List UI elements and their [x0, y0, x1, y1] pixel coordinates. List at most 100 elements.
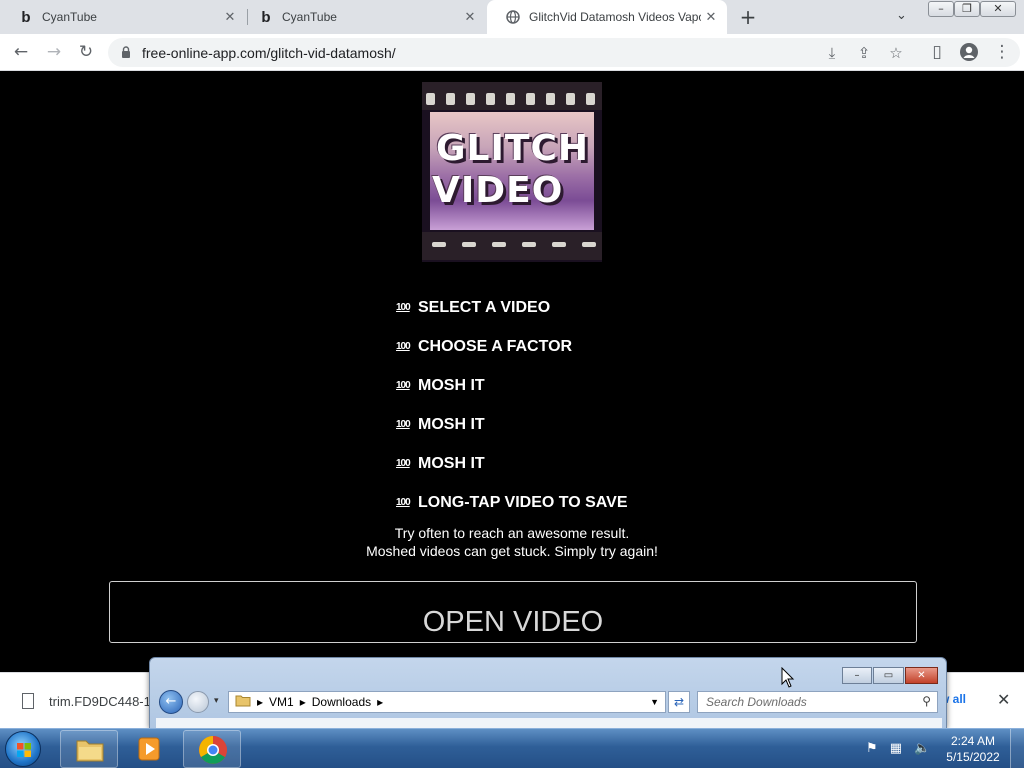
tab-title: CyanTube [42, 10, 97, 24]
file-icon [22, 693, 34, 709]
step-item: 100 MOSH IT [396, 444, 628, 483]
tab-cyantube-1[interactable]: b CyanTube ✕ [0, 0, 246, 34]
breadcrumb-downloads[interactable]: Downloads [312, 695, 371, 709]
breadcrumb-separator-icon: ▸ [257, 695, 264, 709]
taskbar-chrome[interactable] [183, 730, 241, 768]
close-tab-icon[interactable]: ✕ [703, 9, 719, 25]
tab-title: GlitchVid Datamosh Videos Vapor [529, 10, 701, 24]
media-player-icon [138, 737, 160, 761]
logo-word-video: VIDEO [432, 170, 564, 211]
minimize-window-button[interactable]: – [928, 1, 954, 17]
install-download-icon[interactable]: ⤓ [822, 43, 842, 63]
web-page: GLITCH VIDEO 100 SELECT A VIDEO 100 CHOOSE… [0, 72, 1024, 672]
breadcrumb-separator-icon: ▸ [299, 695, 306, 709]
mouse-cursor-icon [781, 667, 795, 688]
hundred-points-icon: 100 [396, 341, 411, 352]
search-icon[interactable]: ⚲ [922, 694, 931, 708]
address-dropdown-icon[interactable]: ▼ [650, 697, 659, 707]
restore-window-button[interactable]: ❐ [954, 1, 980, 17]
step-item: 100 LONG-TAP VIDEO TO SAVE [396, 483, 628, 522]
explorer-toolbar-strip [156, 718, 942, 728]
share-icon[interactable]: ⇪ [854, 43, 874, 63]
show-desktop-button[interactable] [1010, 729, 1024, 768]
explorer-window: – ▭ ✕ ← ▾ ▸ VM1 ▸ Downloads ▸ ▼ ⇄ Search… [149, 657, 947, 729]
tip-line: Moshed videos can get stuck. Simply try … [366, 543, 658, 559]
recent-pages-chevron-icon[interactable]: ▾ [214, 696, 219, 706]
tab-glitchvid[interactable]: GlitchVid Datamosh Videos Vapor ✕ [487, 0, 727, 34]
step-label: MOSH IT [418, 415, 485, 433]
hundred-points-icon: 100 [396, 419, 411, 430]
close-window-button[interactable]: ✕ [980, 1, 1016, 17]
system-tray: ⚑ ▦ 🔈 [866, 741, 930, 756]
hundred-points-icon: 100 [396, 497, 411, 508]
close-tab-icon[interactable]: ✕ [462, 9, 478, 25]
explorer-forward-icon[interactable] [187, 691, 209, 713]
lock-icon [122, 46, 130, 58]
folder-icon [235, 694, 251, 710]
cyantube-favicon: b [261, 8, 271, 26]
breadcrumb-separator-icon: ▸ [377, 695, 384, 709]
explorer-maximize-button[interactable]: ▭ [873, 667, 904, 684]
volume-icon[interactable]: 🔈 [914, 741, 930, 756]
logo-word-glitch: GLITCH [436, 128, 589, 169]
address-bar[interactable]: free-online-app.com/glitch-vid-datamosh/… [108, 38, 1020, 67]
profile-avatar-icon[interactable] [959, 42, 979, 62]
tip-line: Try often to reach an awesome result. [394, 525, 630, 541]
network-icon[interactable]: ▦ [890, 741, 902, 756]
globe-icon [505, 9, 521, 25]
taskbar-explorer[interactable] [60, 730, 118, 768]
reload-icon[interactable]: ↻ [76, 42, 96, 62]
forward-arrow-icon[interactable]: → [44, 42, 64, 62]
close-tab-icon[interactable]: ✕ [222, 9, 238, 25]
step-label: LONG-TAP VIDEO TO SAVE [418, 493, 628, 511]
url-text: free-online-app.com/glitch-vid-datamosh/ [142, 45, 396, 61]
more-menu-icon[interactable]: ⋮ [992, 42, 1012, 62]
explorer-minimize-button[interactable]: – [842, 667, 872, 684]
step-label: MOSH IT [418, 376, 485, 394]
tab-cyantube-2[interactable]: b CyanTube ✕ [240, 0, 486, 34]
action-center-flag-icon[interactable]: ⚑ [866, 741, 878, 756]
clock-time: 2:24 AM [950, 734, 996, 748]
step-item: 100 MOSH IT [396, 405, 628, 444]
bookmark-star-icon[interactable]: ☆ [886, 43, 906, 63]
browser-toolbar: ← → ↻ free-online-app.com/glitch-vid-dat… [0, 34, 1024, 71]
step-item: 100 MOSH IT [396, 366, 628, 405]
film-strip-bottom [422, 232, 602, 260]
step-label: CHOOSE A FACTOR [418, 337, 573, 355]
new-tab-button[interactable]: + [737, 6, 759, 28]
explorer-address-bar[interactable]: ▸ VM1 ▸ Downloads ▸ ▼ [228, 691, 666, 713]
hundred-points-icon: 100 [396, 458, 411, 469]
hundred-points-icon: 100 [396, 380, 411, 391]
screen: b CyanTube ✕ b CyanTube ✕ GlitchVid Data… [0, 0, 1024, 768]
explorer-close-button[interactable]: ✕ [905, 667, 938, 684]
explorer-search-field[interactable]: Search Downloads ⚲ [697, 691, 938, 713]
download-file-name[interactable]: trim.FD9DC448-1 [49, 694, 151, 709]
step-label: SELECT A VIDEO [418, 298, 551, 316]
breadcrumb-vm1[interactable]: VM1 [269, 695, 294, 709]
open-video-button[interactable]: OPEN VIDEO [109, 581, 917, 643]
taskbar-media-player[interactable] [121, 730, 179, 768]
steps-list: 100 SELECT A VIDEO 100 CHOOSE A FACTOR 100… [396, 288, 628, 522]
chrome-icon [199, 736, 227, 764]
cyantube-favicon: b [21, 8, 31, 26]
hundred-points-icon: 100 [396, 302, 411, 313]
close-download-bar-icon[interactable]: ✕ [997, 690, 1010, 709]
step-label: MOSH IT [418, 454, 485, 472]
search-placeholder: Search Downloads [706, 695, 807, 709]
step-item: 100 CHOOSE A FACTOR [396, 327, 628, 366]
tab-title: CyanTube [282, 10, 337, 24]
folder-icon [76, 740, 104, 762]
windows-taskbar: ⚑ ▦ 🔈 2:24 AM 5/15/2022 [0, 728, 1024, 768]
explorer-back-icon[interactable]: ← [159, 690, 183, 714]
tab-strip: b CyanTube ✕ b CyanTube ✕ GlitchVid Data… [0, 0, 1024, 34]
glitch-video-logo: GLITCH VIDEO [422, 82, 602, 262]
back-arrow-icon[interactable]: ← [11, 42, 31, 62]
step-item: 100 SELECT A VIDEO [396, 288, 628, 327]
clock-date: 5/15/2022 [946, 750, 1000, 764]
explorer-refresh-icon[interactable]: ⇄ [668, 691, 690, 713]
side-panel-icon[interactable]: ▯ [927, 42, 947, 62]
tab-search-chevron-icon[interactable]: ⌄ [896, 8, 907, 23]
taskbar-clock[interactable]: 2:24 AM 5/15/2022 [944, 733, 1002, 765]
start-button[interactable] [5, 731, 41, 767]
windows-logo-icon [17, 743, 31, 757]
